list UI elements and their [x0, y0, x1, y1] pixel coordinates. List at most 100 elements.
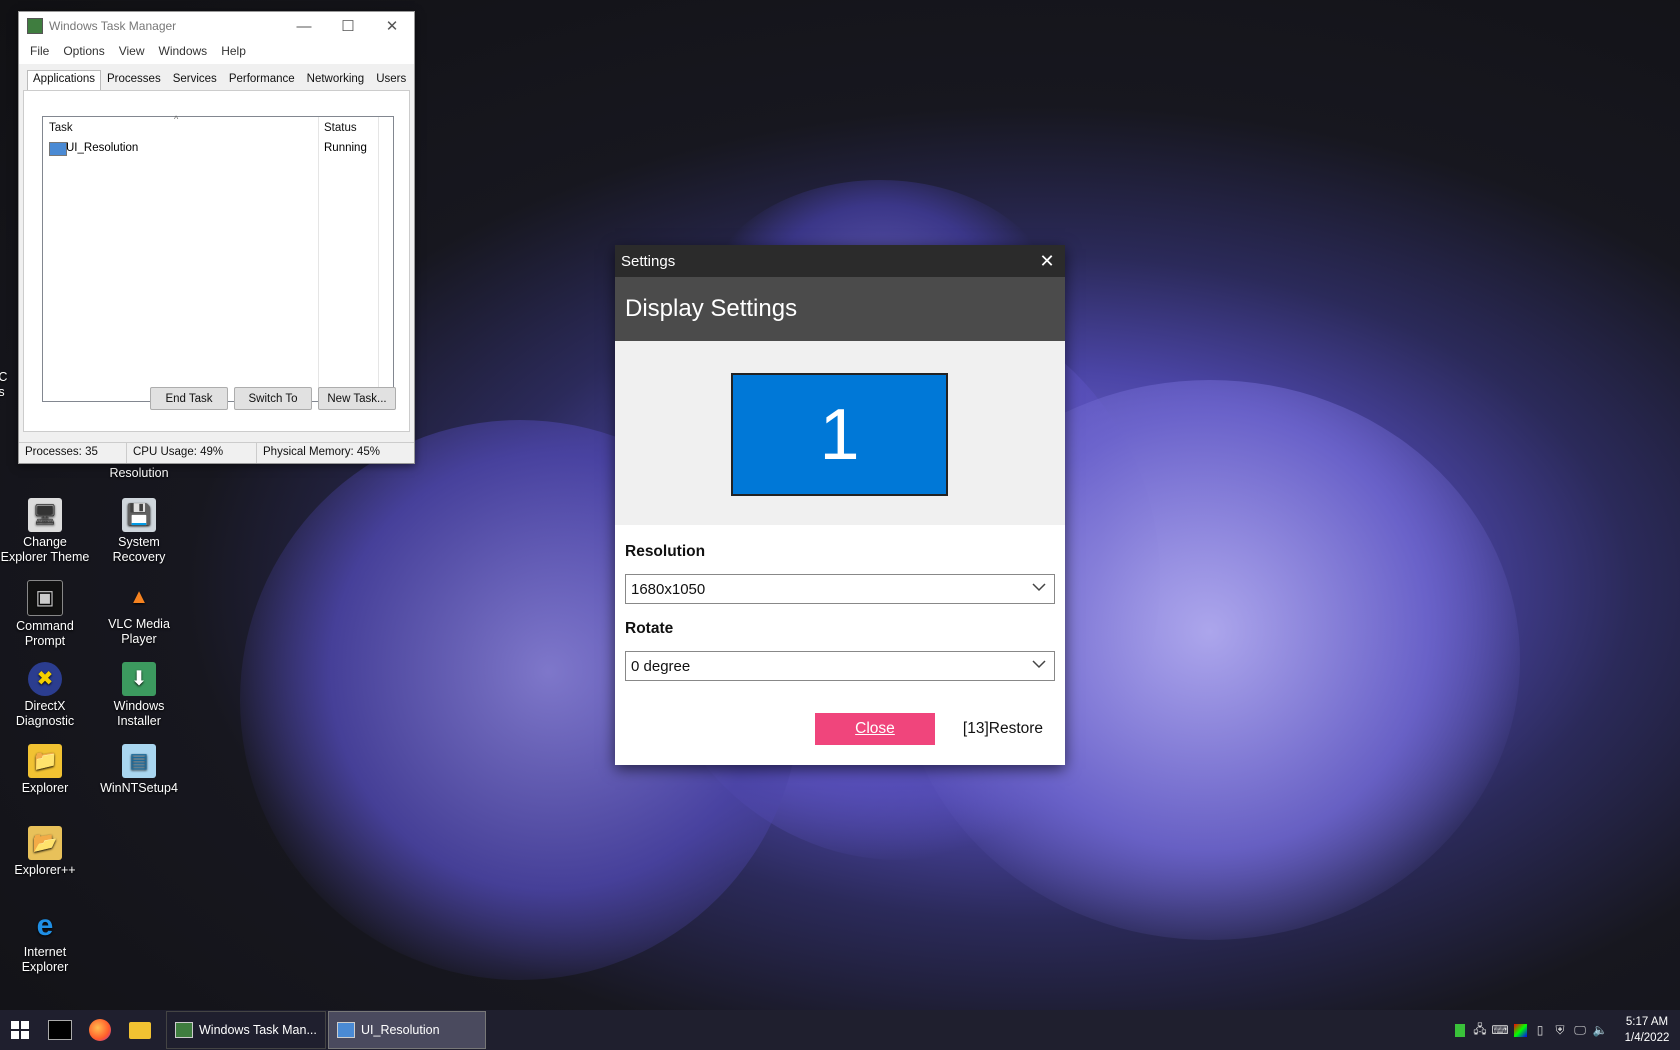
windows-installer-icon: ⬇	[122, 662, 156, 696]
desktop-partial-label: AC	[0, 370, 8, 384]
task-manager-menubar: File Options View Windows Help	[19, 40, 414, 64]
clock[interactable]: 5:17 AM 1/4/2022	[1620, 1014, 1674, 1046]
monitor-preview[interactable]: 1	[731, 373, 948, 496]
settings-titlebar[interactable]: Settings ✕	[615, 245, 1065, 277]
start-button[interactable]	[0, 1010, 40, 1050]
shield-icon[interactable]: ⛨	[1550, 1020, 1570, 1040]
color-icon[interactable]	[1510, 1020, 1530, 1040]
internet-explorer-icon: e	[36, 908, 54, 942]
directx-icon: ✖	[28, 662, 62, 696]
taskbar: Windows Task Man... UI_Resolution 🖧 ⌨ ▯ …	[0, 1010, 1680, 1050]
status-cpu: CPU Usage: 49%	[127, 443, 257, 463]
desktop-icon-vlc[interactable]: ▲ VLC Media Player	[93, 580, 185, 647]
app-window-icon	[49, 142, 67, 156]
status-processes: Processes: 35	[19, 443, 127, 463]
menu-help[interactable]: Help	[214, 44, 253, 64]
winntsetup-icon: ▤	[122, 744, 156, 778]
desktop-icon-system-recovery[interactable]: 💾 System Recovery	[93, 498, 185, 565]
clock-time: 5:17 AM	[1625, 1016, 1669, 1028]
firefox-icon	[89, 1019, 111, 1041]
tab-services[interactable]: Services	[167, 70, 223, 90]
command-prompt-icon	[48, 1020, 72, 1040]
desktop-icon-command-prompt[interactable]: ▣ Command Prompt	[0, 580, 91, 649]
system-tray: 🖧 ⌨ ▯ ⛨ 🖵 🔈 5:17 AM 1/4/2022	[1450, 1010, 1674, 1050]
desktop-icon-explorer-plus[interactable]: 📂 Explorer++	[0, 826, 91, 878]
taskbar-ui-resolution[interactable]: UI_Resolution	[328, 1011, 486, 1049]
menu-view[interactable]: View	[112, 44, 152, 64]
column-divider	[378, 117, 379, 401]
tab-processes[interactable]: Processes	[101, 70, 167, 90]
column-divider	[318, 117, 319, 401]
resolution-dropdown[interactable]: 1680x1050	[625, 574, 1055, 604]
new-task-button[interactable]: New Task...	[318, 387, 396, 410]
tab-users[interactable]: Users	[370, 70, 412, 90]
applications-panel: Task ^ Status UI_Resolution Running End …	[23, 90, 410, 432]
monitor-icon[interactable]: 🖵	[1570, 1020, 1590, 1040]
end-task-button[interactable]: End Task	[150, 387, 228, 410]
taskbar-command-prompt[interactable]	[40, 1010, 80, 1050]
taskbar-task-manager[interactable]: Windows Task Man...	[166, 1011, 326, 1049]
sort-arrow-icon: ^	[174, 114, 179, 124]
keyboard-icon[interactable]: ⌨	[1490, 1020, 1510, 1040]
explorer-plus-icon: 📂	[28, 826, 62, 860]
table-row[interactable]: UI_Resolution Running	[43, 140, 378, 157]
task-manager-app-icon	[27, 18, 43, 34]
tab-networking[interactable]: Networking	[301, 70, 371, 90]
volume-icon[interactable]: 🔈	[1590, 1020, 1610, 1040]
task-status: Running	[324, 142, 367, 154]
close-icon[interactable]: ✕	[1035, 249, 1059, 273]
rotate-label: Rotate	[625, 620, 674, 637]
task-manager-titlebar[interactable]: Windows Task Manager — ☐ ✕	[19, 12, 414, 40]
close-button[interactable]: Close	[815, 713, 935, 745]
folder-icon	[129, 1021, 151, 1039]
task-manager-title: Windows Task Manager	[49, 19, 177, 33]
maximize-icon[interactable]: ☐	[326, 12, 370, 40]
settings-dialog[interactable]: Settings ✕ Display Settings 1 Resolution…	[615, 245, 1065, 765]
task-list[interactable]: Task ^ Status UI_Resolution Running	[42, 114, 394, 402]
resolution-value: 1680x1050	[631, 580, 706, 598]
usb-icon[interactable]: ▯	[1530, 1020, 1550, 1040]
system-recovery-icon: 💾	[122, 498, 156, 532]
column-header-status[interactable]: Status	[318, 117, 378, 137]
clock-date: 1/4/2022	[1624, 1032, 1670, 1044]
desktop-partial-label: Resolution	[109, 466, 169, 480]
tab-applications[interactable]: Applications	[27, 70, 102, 90]
desktop-icon-internet-explorer[interactable]: e Internet Explorer	[0, 908, 91, 975]
tab-performance[interactable]: Performance	[223, 70, 301, 90]
desktop-icon-windows-installer[interactable]: ⬇ Windows Installer	[93, 662, 185, 729]
resolution-label: Resolution	[625, 543, 706, 560]
chevron-down-icon	[1032, 583, 1046, 592]
menu-options[interactable]: Options	[56, 44, 111, 64]
desktop-icon-explorer[interactable]: 📁 Explorer	[0, 744, 91, 796]
taskbar-firefox[interactable]	[80, 1010, 120, 1050]
task-name: UI_Resolution	[66, 142, 139, 154]
menu-file[interactable]: File	[23, 44, 56, 64]
task-manager-tabs: Applications Processes Services Performa…	[19, 64, 414, 90]
desktop-icon-winntsetup[interactable]: ▤ WinNTSetup4	[93, 744, 185, 796]
task-manager-window[interactable]: Windows Task Manager — ☐ ✕ File Options …	[18, 11, 415, 464]
settings-title: Settings	[621, 252, 676, 270]
task-manager-icon	[175, 1022, 193, 1038]
chevron-down-icon	[1032, 660, 1046, 669]
windows-logo-icon	[11, 1021, 29, 1039]
taskbar-explorer[interactable]	[120, 1010, 160, 1050]
desktop-icon-directx[interactable]: ✖ DirectX Diagnostic	[0, 662, 91, 729]
app-window-icon	[337, 1022, 355, 1038]
minimize-icon[interactable]: —	[282, 12, 326, 40]
network-icon[interactable]: 🖧	[1470, 1020, 1490, 1040]
restore-button[interactable]: [13]Restore	[955, 713, 1051, 745]
task-manager-statusbar: Processes: 35 CPU Usage: 49% Physical Me…	[19, 442, 414, 463]
status-memory: Physical Memory: 45%	[263, 446, 380, 458]
desktop-partial-label: As	[0, 385, 5, 399]
vlc-icon: ▲	[129, 585, 149, 608]
rotate-dropdown[interactable]: 0 degree	[625, 651, 1055, 681]
column-header-task[interactable]: Task	[43, 117, 318, 137]
command-prompt-icon: ▣	[27, 580, 63, 616]
desktop-icon-change-explorer-theme[interactable]: 🖥 Change Explorer Theme	[0, 498, 91, 565]
explorer-icon: 📁	[28, 744, 62, 778]
rotate-value: 0 degree	[631, 657, 691, 675]
switch-to-button[interactable]: Switch To	[234, 387, 312, 410]
menu-windows[interactable]: Windows	[152, 44, 215, 64]
close-icon[interactable]: ✕	[370, 12, 414, 40]
battery-icon[interactable]	[1450, 1020, 1470, 1040]
